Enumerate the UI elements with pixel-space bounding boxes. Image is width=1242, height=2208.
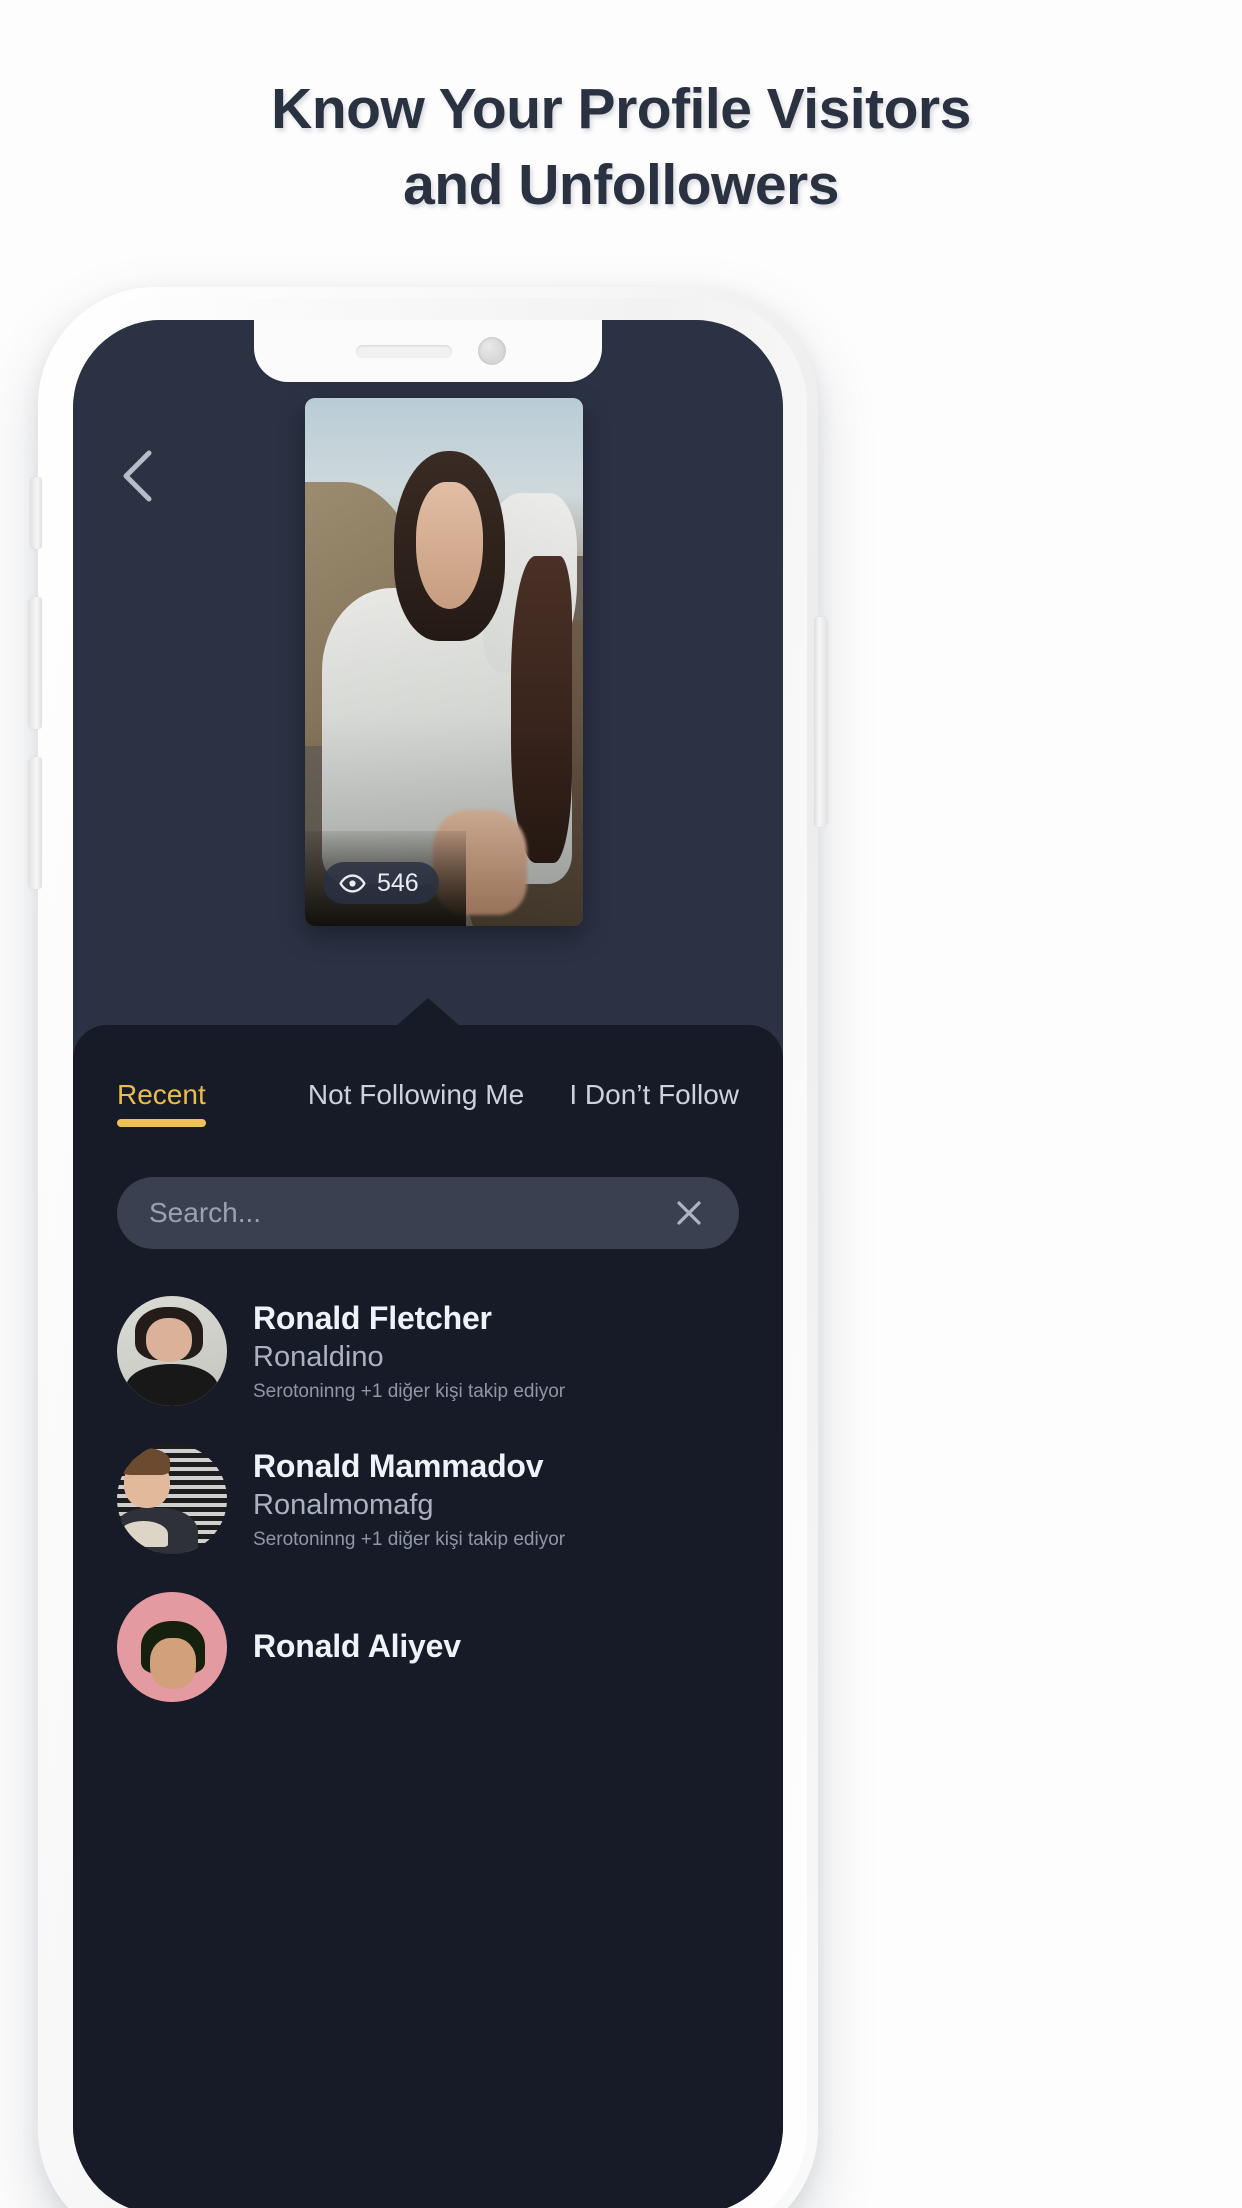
results-panel: Recent Not Following Me I Don’t Follow S…	[73, 998, 783, 2208]
promo-screenshot: Know Your Profile Visitors and Unfollowe…	[0, 0, 1242, 2208]
list-item-text: Ronald Fletcher Ronaldino Serotoninng +1…	[253, 1300, 739, 1403]
avatar	[117, 1296, 227, 1406]
phone-mute-switch[interactable]	[31, 477, 42, 549]
phone-screen: 546 Recent Not Following Me I Don’t Foll…	[73, 320, 783, 2208]
headline-line-2: and Unfollowers	[403, 152, 839, 217]
avatar	[117, 1592, 227, 1702]
tab-not-following-me[interactable]: Not Following Me	[308, 1079, 524, 1127]
list-item-text: Ronald Aliyev	[253, 1628, 739, 1666]
list-item[interactable]: Ronald Aliyev	[117, 1573, 739, 1721]
list-item-handle: Ronaldino	[253, 1341, 384, 1374]
panel-pointer-arrow	[396, 998, 460, 1026]
tab-recent-label: Recent	[117, 1079, 206, 1110]
phone-volume-down-button[interactable]	[29, 757, 42, 889]
avatar	[117, 1444, 227, 1554]
eye-icon	[339, 873, 366, 893]
clear-search-button[interactable]	[669, 1193, 709, 1233]
phone-mockup: 546 Recent Not Following Me I Don’t Foll…	[29, 287, 827, 2208]
close-x-icon	[677, 1201, 701, 1225]
list-item-name: Ronald Fletcher	[253, 1299, 492, 1336]
list-item[interactable]: Ronald Fletcher Ronaldino Serotoninng +1…	[117, 1277, 739, 1425]
earpiece-speaker-icon	[356, 344, 452, 358]
list-item-name: Ronald Aliyev	[253, 1628, 461, 1665]
tab-i-dont-follow-label: I Don’t Follow	[569, 1079, 739, 1110]
phone-volume-up-button[interactable]	[29, 597, 42, 729]
visitor-photo[interactable]: 546	[305, 398, 583, 926]
view-count-badge: 546	[323, 862, 439, 904]
search-bar[interactable]	[117, 1177, 739, 1249]
list-item-name: Ronald Mammadov	[253, 1447, 544, 1484]
list-item-text: Ronald Mammadov Ronalmomafg Serotoninng …	[253, 1448, 739, 1551]
tab-active-indicator	[117, 1119, 206, 1127]
tab-bar: Recent Not Following Me I Don’t Follow	[73, 1079, 783, 1127]
page-title: Know Your Profile Visitors and Unfollowe…	[0, 77, 1242, 217]
visitor-list[interactable]: Ronald Fletcher Ronaldino Serotoninng +1…	[73, 1277, 783, 2208]
list-item-meta: Serotoninng +1 diğer kişi takip ediyor	[253, 1528, 566, 1550]
phone-notch	[254, 320, 602, 382]
back-button[interactable]	[109, 448, 165, 504]
app-viewport: 546 Recent Not Following Me I Don’t Foll…	[73, 320, 783, 2208]
tab-i-dont-follow[interactable]: I Don’t Follow	[569, 1079, 739, 1127]
headline-line-1: Know Your Profile Visitors	[271, 77, 971, 141]
search-input[interactable]	[149, 1197, 669, 1229]
list-item-meta: Serotoninng +1 diğer kişi takip ediyor	[253, 1380, 566, 1402]
list-item-handle: Ronalmomafg	[253, 1489, 434, 1522]
list-item[interactable]: Ronald Mammadov Ronalmomafg Serotoninng …	[117, 1425, 739, 1573]
tab-recent[interactable]: Recent	[117, 1079, 206, 1127]
chevron-left-icon	[123, 450, 152, 502]
front-camera-icon	[478, 337, 506, 365]
tab-not-following-me-label: Not Following Me	[307, 1079, 525, 1110]
photo-vignette	[305, 398, 583, 926]
phone-power-button[interactable]	[814, 617, 827, 827]
view-count-value: 546	[377, 868, 419, 897]
